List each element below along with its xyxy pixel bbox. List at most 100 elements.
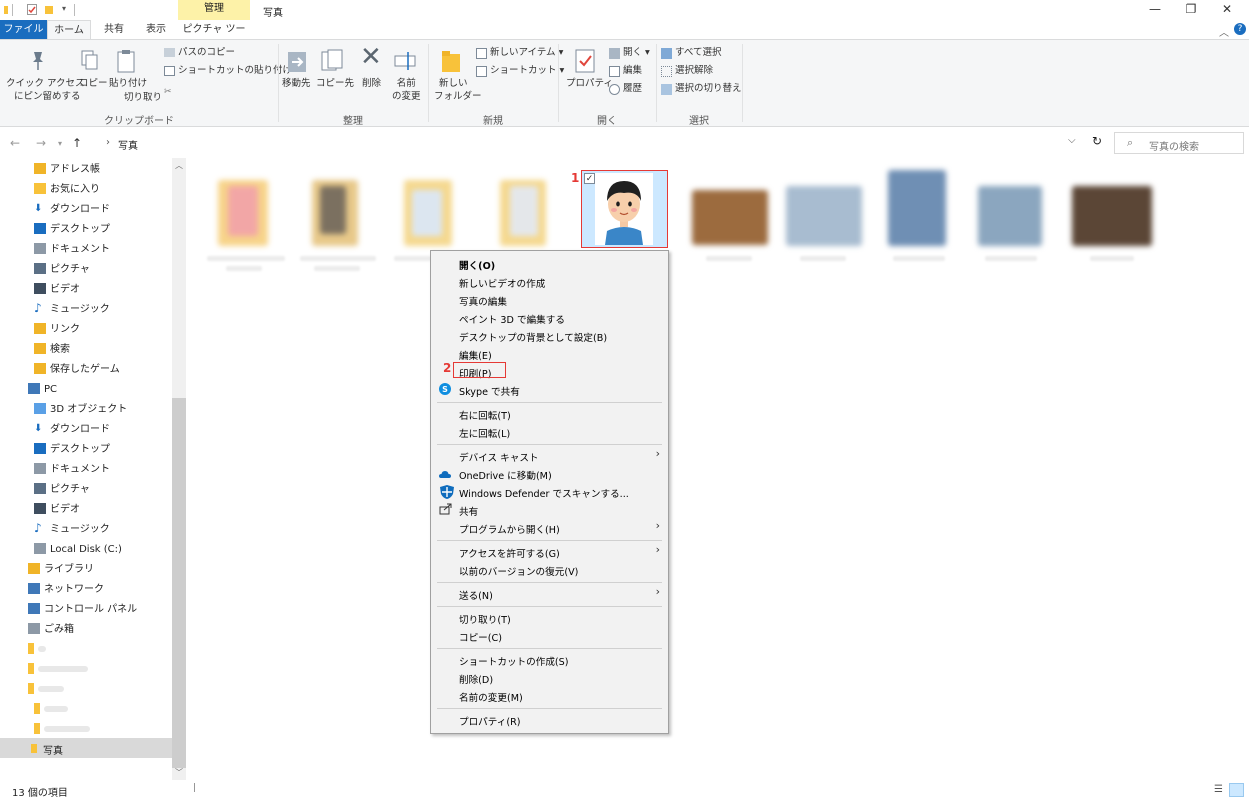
menu-item-rotate-right[interactable]: 右に回転(T) (459, 408, 511, 422)
nav-item-blurred[interactable] (34, 700, 68, 720)
nav-item[interactable]: ピクチャ (34, 260, 90, 280)
nav-item[interactable]: ビデオ (34, 280, 80, 300)
nav-item-blurred[interactable] (28, 680, 64, 700)
nav-item[interactable]: ♪ ミュージック (34, 300, 110, 320)
collapse-ribbon-icon[interactable]: ︿ (1219, 24, 1229, 39)
copy-button[interactable]: コピー (79, 77, 108, 90)
tab-view[interactable]: 表示 (139, 20, 173, 39)
select-none-button[interactable]: 選択解除 (675, 64, 713, 77)
forward-icon[interactable]: → (36, 136, 46, 150)
history-button[interactable]: 履歴 (623, 82, 642, 95)
menu-item-give-access[interactable]: アクセスを許可する(G) (459, 546, 560, 560)
menu-item-create-shortcut[interactable]: ショートカットの作成(S) (459, 654, 569, 668)
menu-item-new-video[interactable]: 新しいビデオの作成 (459, 276, 545, 290)
scroll-down-icon[interactable]: ﹀ (175, 767, 183, 778)
close-button[interactable]: ✕ (1209, 0, 1245, 20)
menu-item-open[interactable]: 開く(O) (459, 258, 495, 272)
menu-item-defender-scan[interactable]: Windows Defender でスキャンする... (459, 486, 629, 500)
nav-scrollbar[interactable]: ︿ ﹀ (172, 158, 186, 780)
nav-item[interactable]: デスクトップ (34, 220, 110, 240)
menu-item-skype-share[interactable]: Skype で共有 (459, 384, 520, 398)
tab-file[interactable]: ファイル (0, 20, 47, 39)
menu-item-copy[interactable]: コピー(C) (459, 630, 502, 644)
nav-item[interactable]: ⬇ ダウンロード (34, 420, 110, 440)
nav-item[interactable]: ごみ箱 (28, 620, 74, 640)
menu-item-delete[interactable]: 削除(D) (459, 672, 493, 686)
pin-quick-access-button[interactable]: クイック アクセス にピン留めする (6, 77, 85, 103)
select-all-button[interactable]: すべて選択 (675, 46, 721, 59)
file-thumbnail[interactable] (978, 186, 1042, 246)
nav-item[interactable]: ドキュメント (34, 460, 110, 480)
nav-item[interactable]: ピクチャ (34, 480, 90, 500)
menu-item-edit-paint3d[interactable]: ペイント 3D で編集する (459, 312, 565, 326)
nav-item[interactable]: Local Disk (C:) (34, 540, 122, 560)
nav-item[interactable]: ライブラリ (28, 560, 94, 580)
nav-item[interactable]: ドキュメント (34, 240, 110, 260)
search-input[interactable]: ⌕ 写真の検索 (1114, 132, 1244, 154)
back-icon[interactable]: ← (10, 136, 20, 150)
nav-item-blurred[interactable] (28, 640, 46, 660)
nav-item[interactable]: ビデオ (34, 500, 80, 520)
file-thumbnail[interactable] (692, 190, 768, 245)
selected-file-thumbnail[interactable]: ✓ (581, 170, 668, 248)
menu-item-move-onedrive[interactable]: OneDrive に移動(M) (459, 468, 552, 482)
menu-item-send-to[interactable]: 送る(N) (459, 588, 493, 602)
minimize-button[interactable]: — (1137, 0, 1173, 20)
menu-item-edit[interactable]: 編集(E) (459, 348, 492, 362)
cut-button[interactable]: 切り取り (124, 91, 162, 104)
nav-item[interactable]: ⬇ ダウンロード (34, 200, 110, 220)
move-to-button[interactable]: 移動先 (282, 77, 311, 90)
menu-item-cut[interactable]: 切り取り(T) (459, 612, 511, 626)
menu-item-set-desktop-background[interactable]: デスクトップの背景として設定(B) (459, 330, 607, 344)
nav-item[interactable]: PC (28, 380, 57, 400)
refresh-icon[interactable]: ↻ (1088, 134, 1106, 148)
tab-home[interactable]: ホーム (47, 20, 91, 39)
copy-path-button[interactable]: パスのコピー (178, 46, 235, 59)
new-folder-qat-icon[interactable] (44, 4, 54, 15)
nav-item[interactable]: ♪ ミュージック (34, 520, 110, 540)
large-icons-view-icon[interactable] (1229, 783, 1244, 797)
menu-item-rotate-left[interactable]: 左に回転(L) (459, 426, 510, 440)
nav-item-blurred[interactable] (28, 660, 88, 680)
nav-item[interactable]: ネットワーク (28, 580, 104, 600)
file-thumbnail[interactable] (1072, 186, 1152, 246)
open-button[interactable]: 開く ▾ (623, 46, 650, 59)
selection-checkbox[interactable]: ✓ (584, 173, 595, 184)
properties-check-icon[interactable] (27, 4, 37, 15)
delete-button[interactable]: 削除 (362, 77, 381, 90)
invert-selection-button[interactable]: 選択の切り替え (675, 82, 742, 95)
menu-item-rename[interactable]: 名前の変更(M) (459, 690, 523, 704)
address-dropdown-icon[interactable]: ⌵ (1068, 135, 1076, 146)
nav-item[interactable]: コントロール パネル (28, 600, 137, 620)
paste-button[interactable]: 貼り付け (109, 77, 147, 90)
breadcrumb-current[interactable]: 写真 (118, 137, 138, 152)
new-item-button[interactable]: 新しいアイテム ▾ (490, 46, 563, 59)
up-icon[interactable]: ↑ (72, 136, 82, 150)
menu-item-cast-to-device[interactable]: デバイス キャスト (459, 450, 539, 464)
tab-picture-tools[interactable]: ピクチャ ツール (178, 20, 250, 54)
maximize-button[interactable]: ❐ (1173, 0, 1209, 20)
copy-to-button[interactable]: コピー先 (316, 77, 354, 90)
nav-item[interactable]: リンク (34, 320, 80, 340)
address-box[interactable] (87, 132, 1087, 154)
menu-item-edit-photo[interactable]: 写真の編集 (459, 294, 507, 308)
menu-item-properties[interactable]: プロパティ(R) (459, 714, 521, 728)
nav-item[interactable]: デスクトップ (34, 440, 110, 460)
help-icon[interactable]: ? (1234, 23, 1246, 35)
breadcrumb-chevron-icon[interactable]: › (106, 137, 110, 148)
qat-dropdown-icon[interactable]: ▾ (62, 4, 66, 13)
properties-button[interactable]: プロパティ (566, 77, 613, 90)
menu-item-open-with[interactable]: プログラムから開く(H) (459, 522, 560, 536)
paste-shortcut-button[interactable]: ショートカットの貼り付け (178, 64, 292, 77)
nav-item-blurred[interactable] (34, 720, 90, 740)
scroll-up-icon[interactable]: ︿ (175, 160, 183, 171)
nav-item[interactable]: 保存したゲーム (34, 360, 120, 380)
menu-item-restore-versions[interactable]: 以前のバージョンの復元(V) (459, 564, 578, 578)
new-folder-button[interactable]: 新しい フォルダー (434, 77, 482, 103)
nav-item[interactable]: お気に入り (34, 180, 100, 200)
scroll-thumb[interactable] (172, 398, 186, 768)
menu-item-share[interactable]: 共有 (459, 504, 478, 518)
easy-access-button[interactable]: ショートカット ▾ (490, 64, 564, 77)
recent-locations-icon[interactable]: ▾ (58, 139, 62, 148)
rename-button[interactable]: 名前 の変更 (392, 77, 421, 103)
